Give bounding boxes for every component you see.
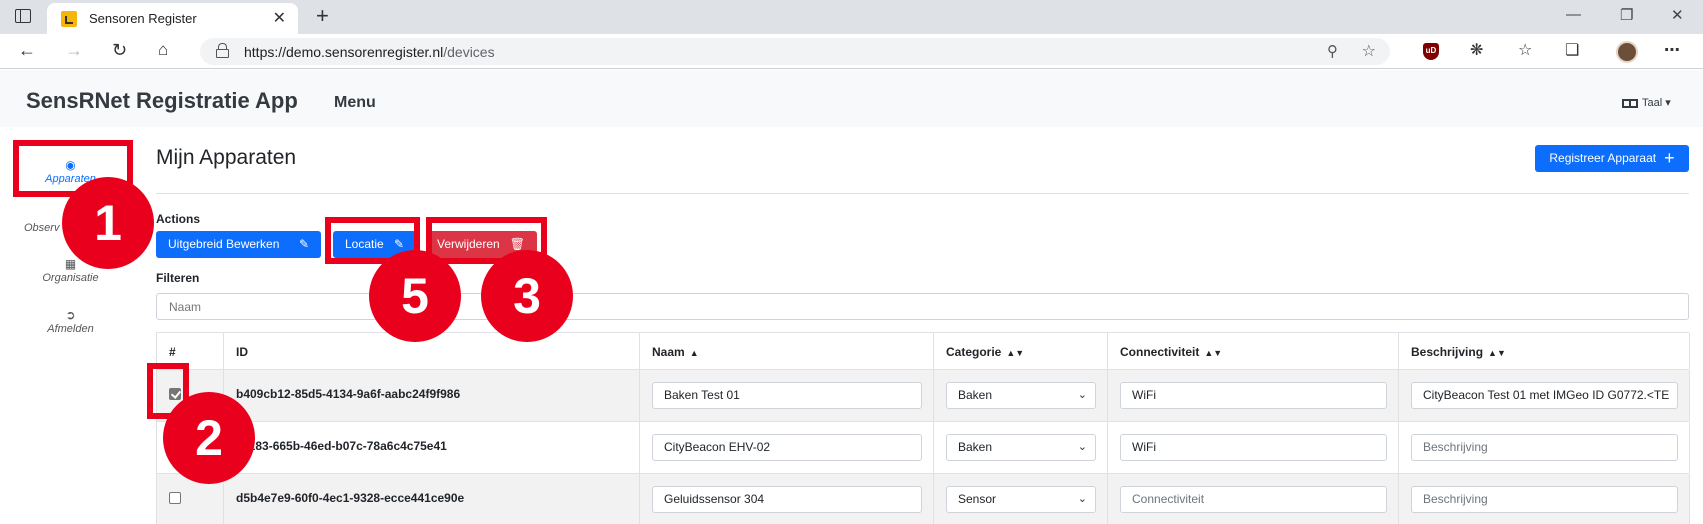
edit-extended-button[interactable]: Uitgebreid Bewerken ✎: [156, 231, 321, 258]
extensions-puzzle-icon[interactable]: ❋: [1470, 40, 1483, 60]
table-row[interactable]: 61183-665b-46ed-b07c-78a6c4c75e41 CityBe…: [157, 422, 1690, 474]
annotation-badge-5: 5: [369, 250, 461, 342]
sign-out-icon: ➲: [65, 308, 76, 322]
category-value: Sensor: [958, 492, 997, 506]
favicon-icon: [61, 11, 77, 27]
page-title: Mijn Apparaten: [156, 146, 297, 169]
description-input[interactable]: CityBeacon Test 01 met IMGeo ID G0772.<T…: [1411, 382, 1678, 409]
column-header-naam: Naam: [652, 345, 685, 359]
category-value: Baken: [958, 388, 993, 402]
sidebar-item-label: Afmelden: [47, 323, 94, 335]
column-header-categorie: Categorie: [946, 345, 1002, 359]
device-category-select[interactable]: Baken ⌄: [946, 434, 1096, 461]
tab-close-icon[interactable]: ✕: [273, 8, 286, 28]
reload-icon[interactable]: ↻: [112, 40, 127, 61]
column-header-id: ID: [236, 345, 248, 359]
favorite-star-icon[interactable]: ☆: [1362, 41, 1376, 61]
plus-icon: +: [1664, 148, 1675, 168]
column-header-connectiviteit-cell[interactable]: Connectiviteit ▲▼: [1108, 333, 1399, 369]
back-icon[interactable]: ←: [18, 40, 36, 61]
connectivity-input[interactable]: Connectiviteit: [1120, 486, 1387, 513]
restore-button[interactable]: ❐: [1620, 6, 1633, 24]
row-checkbox[interactable]: [169, 492, 181, 504]
table-header-row: # ID Naam ▲ Categorie ▲▼ Connectiviteit ▲▼ …: [157, 332, 1690, 370]
sort-icon: ▲▼: [1006, 348, 1025, 358]
app-navbar: SensRNet Registratie App Menu Taal ▾: [0, 70, 1703, 127]
forward-icon[interactable]: →: [65, 40, 83, 61]
device-id: 61183-665b-46ed-b07c-78a6c4c75e41: [236, 439, 447, 453]
column-header-categorie-cell[interactable]: Categorie ▲▼: [934, 333, 1108, 369]
column-header-connectiviteit: Connectiviteit: [1120, 345, 1200, 359]
sort-asc-icon: ▲: [689, 348, 699, 358]
register-device-button[interactable]: Registreer Apparaat +: [1535, 145, 1689, 172]
collections-icon[interactable]: ❏: [1565, 40, 1579, 60]
description-input[interactable]: Beschrijving: [1411, 486, 1678, 513]
annotation-badge-2: 2: [163, 392, 255, 484]
table-row[interactable]: b409cb12-85d5-4134-9a6f-aabc24f9f986 Bak…: [157, 370, 1690, 422]
filter-label: Filteren: [156, 271, 200, 285]
register-device-label: Registreer Apparaat: [1549, 151, 1657, 165]
language-label: Taal: [1642, 97, 1663, 109]
device-id: d5b4e7e9-60f0-4ec1-9328-ecce441ce90e: [236, 491, 465, 505]
annotation-badge-1: 1: [62, 177, 154, 269]
ublock-extension-icon[interactable]: uD: [1423, 43, 1439, 60]
new-tab-button[interactable]: +: [316, 3, 329, 29]
device-name-input[interactable]: CityBeacon EHV-02: [652, 434, 922, 461]
profile-avatar[interactable]: [1616, 41, 1638, 63]
app-brand[interactable]: SensRNet Registratie App: [26, 88, 298, 114]
chevron-down-icon: ⌄: [1077, 441, 1087, 453]
language-icon: [1622, 98, 1638, 108]
favorites-icon[interactable]: ☆: [1518, 40, 1532, 60]
lock-icon[interactable]: [216, 43, 229, 58]
language-dropdown[interactable]: Taal ▾: [1622, 96, 1671, 109]
column-header-beschrijving-cell[interactable]: Beschrijving ▲▼: [1399, 333, 1690, 369]
tab-actions-icon[interactable]: [15, 9, 31, 23]
device-category-select[interactable]: Baken ⌄: [946, 382, 1096, 409]
device-name-input[interactable]: Geluidssensor 304: [652, 486, 922, 513]
device-category-select[interactable]: Sensor ⌄: [946, 486, 1096, 513]
sidebar-item-afmelden[interactable]: ➲ Afmelden: [13, 308, 128, 335]
description-input[interactable]: Beschrijving: [1411, 434, 1678, 461]
edit-extended-label: Uitgebreid Bewerken: [168, 237, 280, 251]
title-divider: [156, 193, 1689, 194]
sort-icon: ▲▼: [1204, 348, 1223, 358]
sort-icon: ▲▼: [1488, 348, 1506, 358]
table-row[interactable]: d5b4e7e9-60f0-4ec1-9328-ecce441ce90e Gel…: [157, 474, 1690, 524]
column-header-index: #: [169, 345, 176, 359]
tab-title: Sensoren Register: [89, 11, 197, 26]
sidebar-item-label: Organisatie: [42, 272, 99, 284]
more-menu-icon[interactable]: ⋯: [1664, 40, 1680, 60]
sidebar-item-observaties[interactable]: Observ: [0, 222, 70, 234]
category-value: Baken: [958, 440, 993, 454]
menu-link[interactable]: Menu: [334, 94, 376, 112]
minimize-button[interactable]: —: [1566, 6, 1581, 23]
connectivity-input[interactable]: WiFi: [1120, 382, 1387, 409]
column-header-naam-cell[interactable]: Naam ▲: [640, 333, 934, 369]
url-text[interactable]: https://demo.sensorenregister.nl/devices: [244, 44, 495, 60]
address-bar[interactable]: https://demo.sensorenregister.nl/devices…: [200, 38, 1390, 65]
zoom-icon[interactable]: ⚲: [1327, 42, 1338, 60]
connectivity-input[interactable]: WiFi: [1120, 434, 1387, 461]
devices-table: # ID Naam ▲ Categorie ▲▼ Connectiviteit ▲▼ …: [156, 332, 1690, 524]
window-close-button[interactable]: ✕: [1671, 6, 1684, 24]
actions-label: Actions: [156, 212, 201, 226]
device-name-input[interactable]: Baken Test 01: [652, 382, 922, 409]
annotation-badge-3: 3: [481, 250, 573, 342]
chevron-down-icon: ⌄: [1077, 493, 1087, 505]
browser-tab-strip: Sensoren Register ✕ + — ❐ ✕: [0, 0, 1703, 34]
browser-toolbar: ← → ↻ ⌂ https://demo.sensorenregister.nl…: [0, 34, 1703, 69]
device-id: b409cb12-85d5-4134-9a6f-aabc24f9f986: [236, 387, 461, 401]
home-icon[interactable]: ⌂: [158, 40, 168, 60]
pencil-icon: ✎: [298, 237, 309, 251]
chevron-down-icon: ⌄: [1077, 389, 1087, 401]
column-header-beschrijving: Beschrijving: [1411, 345, 1484, 359]
sidebar-item-label: Observ: [24, 222, 60, 234]
url-host: https://demo.sensorenregister.nl: [244, 44, 444, 60]
url-path: /devices: [443, 44, 495, 60]
browser-tab[interactable]: Sensoren Register ✕: [47, 3, 298, 34]
